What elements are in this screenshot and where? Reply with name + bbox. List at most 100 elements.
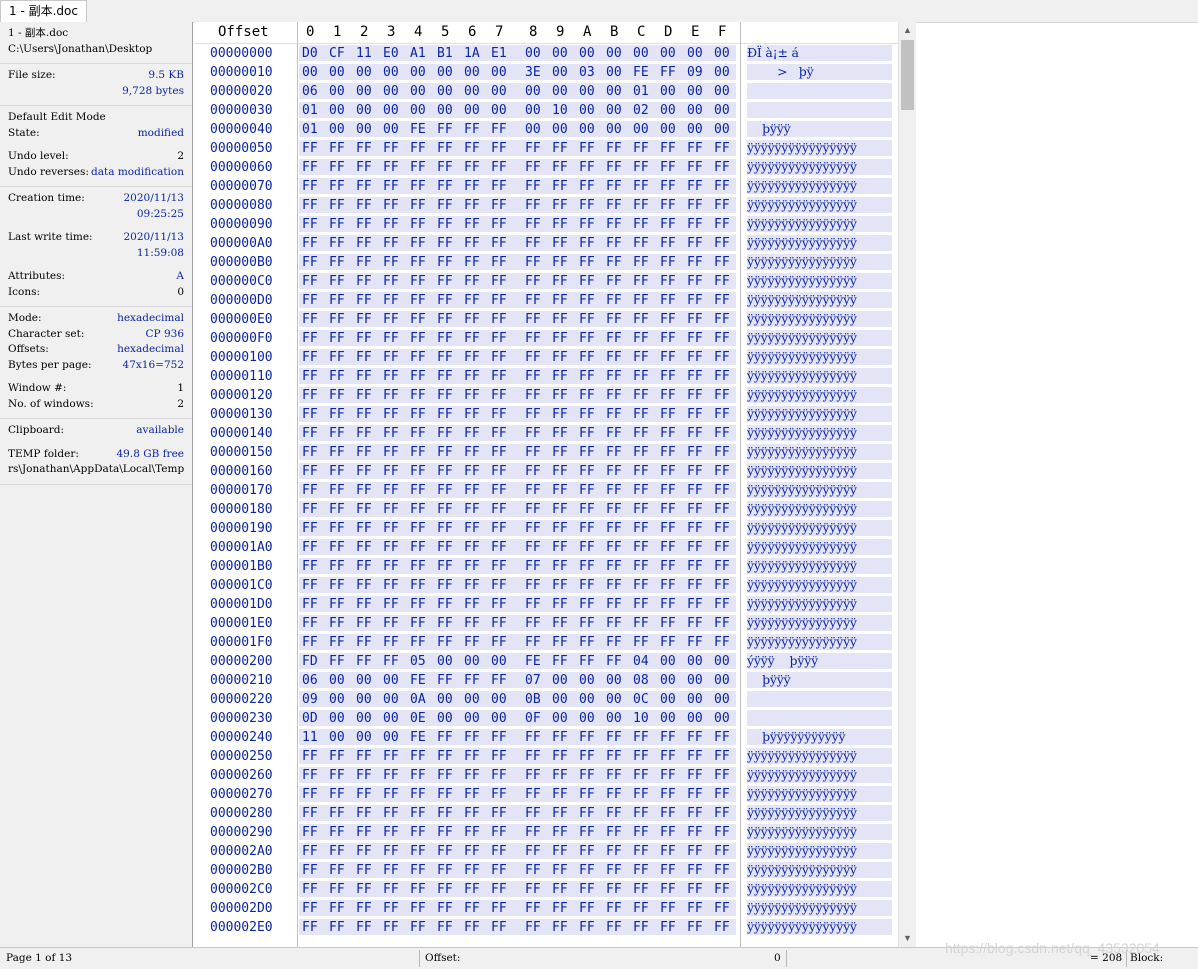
hex-byte[interactable]: FF — [464, 122, 480, 137]
hex-byte[interactable]: FF — [714, 559, 730, 574]
hex-byte[interactable]: FF — [302, 920, 318, 935]
hex-byte[interactable]: FF — [714, 597, 730, 612]
hex-byte[interactable]: FF — [464, 293, 480, 308]
hex-byte[interactable]: FF — [464, 407, 480, 422]
hex-byte[interactable]: FF — [660, 388, 676, 403]
hex-byte[interactable]: 00 — [383, 673, 399, 688]
hex-byte[interactable]: FF — [302, 768, 318, 783]
hex-byte[interactable]: FF — [714, 160, 730, 175]
hex-byte[interactable]: FF — [633, 274, 649, 289]
hex-byte[interactable]: FF — [437, 293, 453, 308]
hex-byte[interactable]: FF — [410, 540, 426, 555]
hex-byte[interactable]: FF — [410, 825, 426, 840]
hex-byte[interactable]: FF — [579, 901, 595, 916]
hex-byte[interactable]: FF — [356, 521, 372, 536]
hex-byte[interactable]: FF — [714, 369, 730, 384]
hex-byte[interactable]: FF — [714, 388, 730, 403]
hex-byte[interactable]: FF — [329, 160, 345, 175]
hex-byte[interactable]: FF — [687, 160, 703, 175]
hex-byte[interactable]: FF — [356, 806, 372, 821]
row-text[interactable]: ÿÿÿÿÿÿÿÿÿÿÿÿÿÿÿÿ — [747, 406, 857, 421]
hex-byte[interactable]: FF — [633, 445, 649, 460]
hex-byte[interactable]: FF — [356, 844, 372, 859]
hex-byte[interactable]: FF — [410, 882, 426, 897]
hex-byte[interactable]: 00 — [606, 84, 622, 99]
hex-byte[interactable]: FF — [302, 350, 318, 365]
hex-byte[interactable]: 00 — [579, 673, 595, 688]
hex-byte[interactable]: FF — [356, 749, 372, 764]
hex-byte[interactable]: FF — [525, 293, 541, 308]
hex-byte[interactable]: FF — [356, 255, 372, 270]
hex-byte[interactable]: FF — [687, 293, 703, 308]
hex-byte[interactable]: FF — [410, 464, 426, 479]
hex-byte[interactable]: FF — [437, 198, 453, 213]
hex-byte[interactable]: 02 — [633, 103, 649, 118]
hex-byte[interactable]: FF — [329, 863, 345, 878]
hex-byte[interactable]: FF — [437, 483, 453, 498]
hex-byte[interactable]: FF — [302, 806, 318, 821]
hex-byte[interactable]: FF — [383, 312, 399, 327]
hex-byte[interactable]: 07 — [525, 673, 541, 688]
hex-byte[interactable]: FF — [660, 407, 676, 422]
hex-byte[interactable]: FF — [552, 787, 568, 802]
hex-byte[interactable]: FF — [491, 388, 507, 403]
row-text[interactable]: ÿÿÿÿÿÿÿÿÿÿÿÿÿÿÿÿ — [747, 843, 857, 858]
hex-byte[interactable]: FF — [383, 198, 399, 213]
hex-byte[interactable]: FF — [491, 806, 507, 821]
hex-byte[interactable]: FF — [579, 559, 595, 574]
hex-byte[interactable]: FF — [633, 730, 649, 745]
hex-byte[interactable]: 00 — [687, 673, 703, 688]
hex-byte[interactable]: FF — [464, 160, 480, 175]
hex-byte[interactable]: 00 — [714, 65, 730, 80]
row-text[interactable]: ÿÿÿÿÿÿÿÿÿÿÿÿÿÿÿÿ — [747, 482, 857, 497]
hex-byte[interactable]: FF — [329, 483, 345, 498]
hex-byte[interactable]: FF — [383, 388, 399, 403]
hex-byte[interactable]: FF — [525, 502, 541, 517]
hex-byte[interactable]: FF — [437, 255, 453, 270]
hex-byte[interactable]: FF — [329, 844, 345, 859]
hex-byte[interactable]: FF — [383, 749, 399, 764]
hex-byte[interactable]: FF — [356, 179, 372, 194]
hex-byte[interactable]: FF — [356, 483, 372, 498]
hex-byte[interactable]: FF — [552, 920, 568, 935]
hex-byte[interactable]: 00 — [437, 103, 453, 118]
hex-byte[interactable]: FF — [687, 331, 703, 346]
row-text[interactable]: ÿÿÿÿÿÿÿÿÿÿÿÿÿÿÿÿ — [747, 596, 857, 611]
hex-byte[interactable]: FF — [491, 901, 507, 916]
hex-byte[interactable]: FF — [525, 844, 541, 859]
hex-byte[interactable]: FF — [606, 445, 622, 460]
hex-byte[interactable]: FF — [383, 464, 399, 479]
hex-byte[interactable]: FF — [687, 369, 703, 384]
hex-byte[interactable]: E1 — [491, 46, 507, 61]
hex-byte[interactable]: FF — [356, 616, 372, 631]
hex-byte[interactable]: FF — [302, 578, 318, 593]
hex-byte[interactable]: FF — [579, 730, 595, 745]
hex-byte[interactable]: FF — [329, 255, 345, 270]
hex-byte[interactable]: 00 — [579, 84, 595, 99]
hex-byte[interactable]: FF — [491, 350, 507, 365]
hex-byte[interactable]: FF — [687, 426, 703, 441]
hex-byte[interactable]: FF — [633, 844, 649, 859]
hex-byte[interactable]: FF — [714, 578, 730, 593]
hex-byte[interactable]: FF — [579, 217, 595, 232]
hex-byte[interactable]: FF — [383, 616, 399, 631]
hex-byte[interactable]: FF — [633, 882, 649, 897]
hex-byte[interactable]: FF — [329, 901, 345, 916]
row-text[interactable]: ÿÿÿÿÿÿÿÿÿÿÿÿÿÿÿÿ — [747, 539, 857, 554]
hex-byte[interactable]: FF — [356, 597, 372, 612]
hex-byte[interactable]: FF — [410, 597, 426, 612]
hex-byte[interactable]: FF — [633, 540, 649, 555]
hex-byte[interactable]: FF — [410, 502, 426, 517]
hex-byte[interactable]: FF — [437, 825, 453, 840]
hex-byte[interactable]: FF — [464, 749, 480, 764]
hex-byte[interactable]: FF — [464, 730, 480, 745]
hex-byte[interactable]: FF — [437, 844, 453, 859]
hex-byte[interactable]: FF — [383, 483, 399, 498]
hex-byte[interactable]: FF — [633, 331, 649, 346]
hex-byte[interactable]: FE — [525, 654, 541, 669]
hex-byte[interactable]: FF — [525, 407, 541, 422]
hex-byte[interactable]: FF — [464, 445, 480, 460]
hex-byte[interactable]: FF — [606, 350, 622, 365]
row-text[interactable]: ÿÿÿÿÿÿÿÿÿÿÿÿÿÿÿÿ — [747, 425, 857, 440]
hex-byte[interactable]: FF — [714, 749, 730, 764]
